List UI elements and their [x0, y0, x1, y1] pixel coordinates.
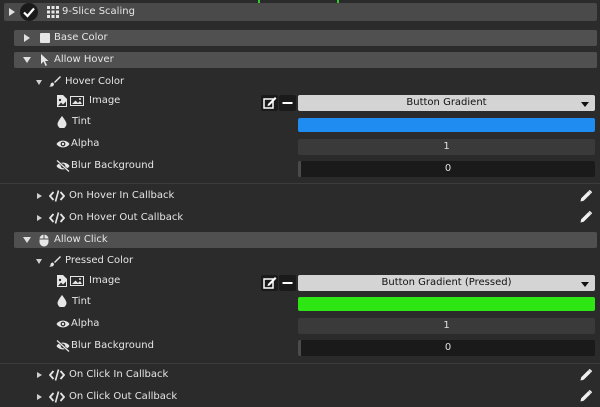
hover-out-callback-label: On Hover Out Callback	[69, 212, 184, 223]
pencil-icon[interactable]	[580, 390, 592, 402]
droplet-icon	[57, 295, 67, 307]
code-icon	[49, 369, 65, 381]
click-tint-swatch[interactable]	[298, 297, 595, 311]
base-color-header[interactable]: Base Color	[14, 30, 597, 46]
hover-tint-swatch[interactable]	[298, 118, 595, 132]
hover-image-select[interactable]: Button Gradient	[298, 95, 595, 111]
click-out-callback-label: On Click Out Callback	[69, 391, 178, 402]
hover-in-callback-label: On Hover In Callback	[69, 190, 175, 201]
allow-hover-label: Allow Hover	[54, 54, 114, 65]
allow-click-header[interactable]: Allow Click	[14, 232, 597, 248]
brush-icon	[49, 256, 61, 267]
remove-image-button[interactable]	[279, 275, 296, 291]
click-image-label: Image	[89, 275, 121, 286]
expand-arrow-icon[interactable]	[37, 193, 42, 199]
collapse-arrow-icon[interactable]	[36, 80, 42, 85]
pencil-icon[interactable]	[580, 369, 592, 381]
expand-arrow-icon[interactable]	[37, 372, 42, 378]
click-alpha-input[interactable]: 1	[298, 318, 595, 334]
hover-image-value: Button Gradient	[406, 97, 487, 108]
allow-hover-header[interactable]: Allow Hover	[14, 52, 597, 68]
enable-checkbox[interactable]	[20, 3, 38, 21]
hover-blur-label: Blur Background	[71, 160, 154, 171]
chevron-down-icon	[581, 102, 589, 107]
collapse-arrow-icon[interactable]	[23, 237, 31, 243]
checkmark-icon	[23, 7, 35, 18]
click-in-callback-label: On Click In Callback	[69, 369, 169, 380]
code-icon	[49, 190, 65, 202]
collapse-arrow-icon[interactable]	[23, 57, 31, 63]
expand-arrow-icon[interactable]	[24, 34, 30, 42]
eye-icon	[56, 140, 70, 148]
chevron-down-icon	[581, 282, 589, 287]
base-color-label: Base Color	[54, 32, 108, 43]
edit-image-button[interactable]	[261, 95, 278, 111]
pencil-icon[interactable]	[580, 190, 592, 202]
image-icon	[70, 276, 84, 286]
click-image-select[interactable]: Button Gradient (Pressed)	[298, 275, 595, 291]
edit-icon	[263, 97, 277, 109]
hover-image-label: Image	[89, 95, 121, 106]
nine-slice-label: 9-Slice Scaling	[62, 6, 135, 17]
hover-alpha-label: Alpha	[71, 138, 100, 149]
allow-click-label: Allow Click	[54, 234, 108, 245]
code-icon	[49, 391, 65, 403]
eye-icon	[56, 320, 70, 328]
file-image-icon	[57, 95, 67, 107]
hover-tint-label: Tint	[72, 116, 91, 127]
expand-arrow-icon[interactable]	[9, 8, 15, 16]
mouse-icon	[39, 234, 49, 247]
eye-slash-icon	[56, 340, 70, 352]
expand-arrow-icon[interactable]	[37, 394, 42, 400]
collapse-arrow-icon[interactable]	[36, 259, 42, 264]
remove-image-button[interactable]	[279, 95, 296, 111]
cursor-icon	[41, 54, 49, 66]
nine-slice-header[interactable]: 9-Slice Scaling	[4, 3, 597, 21]
grid-icon	[47, 6, 59, 18]
pressed-color-label: Pressed Color	[65, 255, 134, 266]
droplet-icon	[57, 116, 67, 128]
code-icon	[49, 212, 65, 224]
hover-color-label: Hover Color	[65, 76, 125, 87]
brush-icon	[49, 76, 61, 87]
minus-icon	[282, 282, 293, 284]
pencil-icon[interactable]	[580, 211, 592, 223]
hover-blur-input[interactable]: 0	[298, 161, 595, 177]
click-tint-label: Tint	[72, 296, 91, 307]
edit-image-button[interactable]	[261, 275, 278, 291]
click-blur-input[interactable]: 0	[298, 340, 595, 356]
file-image-icon	[57, 275, 67, 287]
minus-icon	[282, 102, 293, 104]
divider	[0, 183, 600, 184]
expand-arrow-icon[interactable]	[37, 215, 42, 221]
color-square-icon	[40, 33, 50, 43]
click-blur-label: Blur Background	[71, 340, 154, 351]
edit-icon	[263, 277, 277, 289]
image-icon	[70, 96, 84, 106]
eye-slash-icon	[56, 160, 70, 172]
hover-alpha-input[interactable]: 1	[298, 139, 595, 155]
click-alpha-label: Alpha	[71, 318, 100, 329]
divider	[0, 363, 600, 364]
click-image-value: Button Gradient (Pressed)	[381, 277, 512, 288]
